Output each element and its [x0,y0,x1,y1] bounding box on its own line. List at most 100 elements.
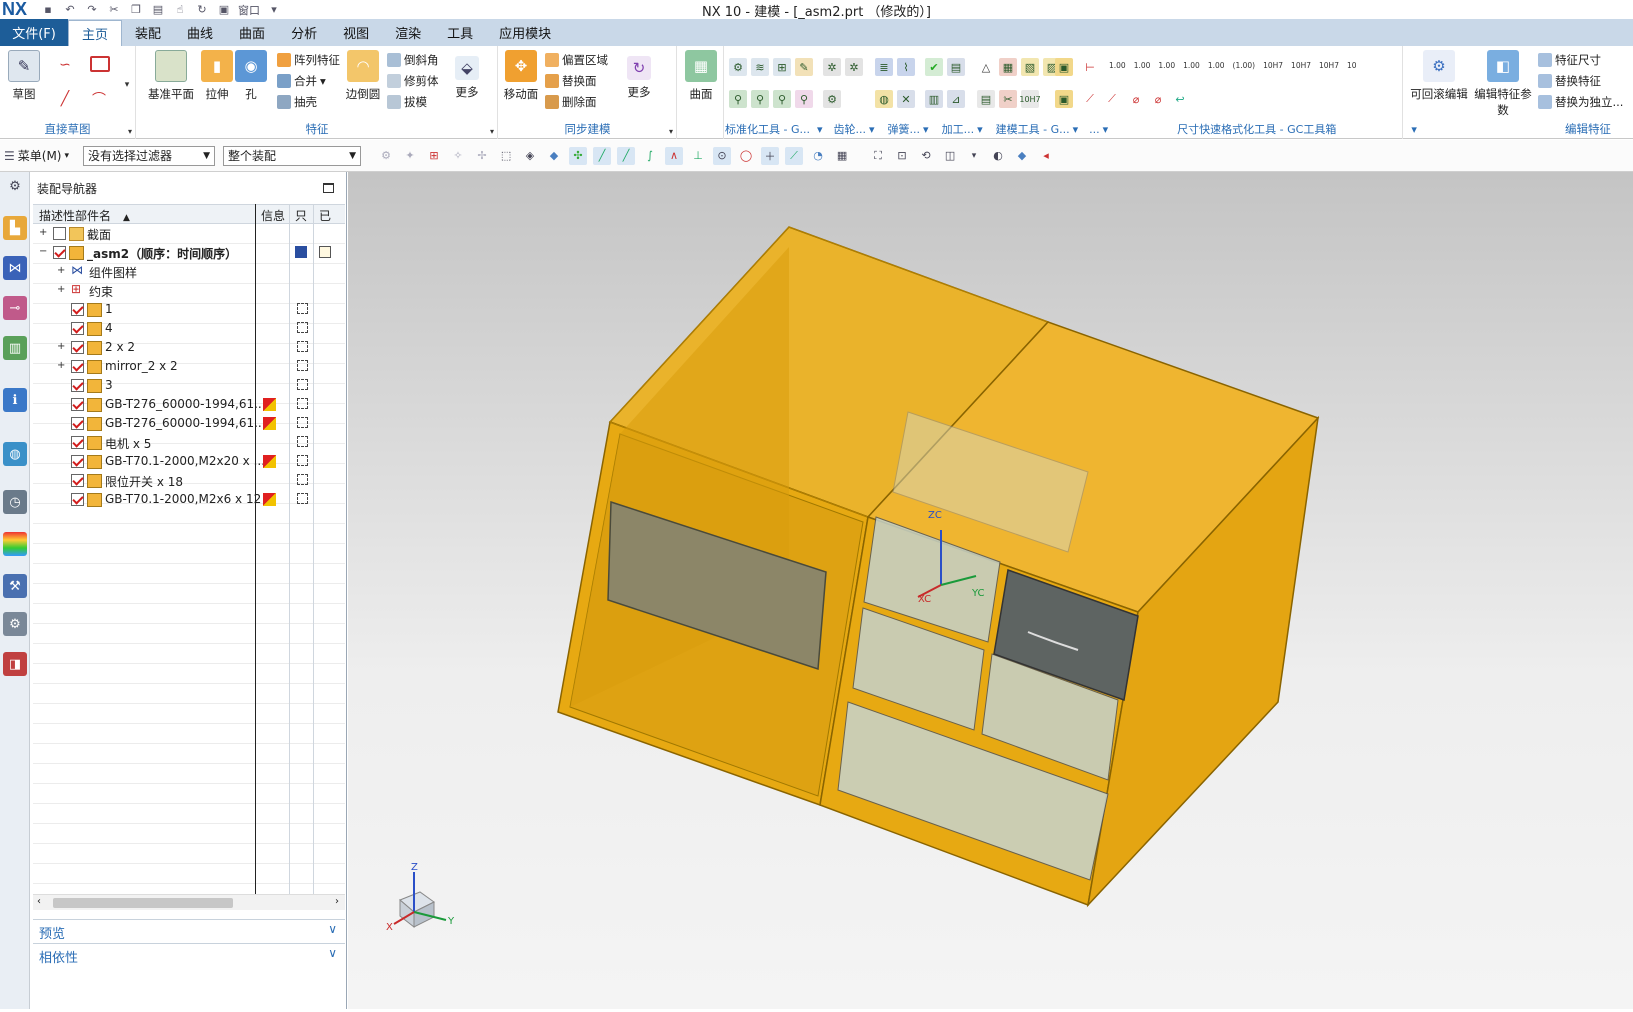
copy-icon[interactable]: ❐ [128,3,144,16]
gear-icon[interactable]: ✲ [845,58,863,76]
profile-icon[interactable]: ∽ [56,56,74,74]
expand-icon[interactable]: + [39,227,47,238]
sketch-button[interactable]: ✎ 草图 [2,50,46,102]
collapse-icon[interactable]: − [39,246,47,257]
center-icon[interactable]: ⊙ [713,146,732,165]
part-navigator-icon[interactable]: ⊸ [3,296,27,320]
std-tool-icon[interactable]: ≋ [751,58,769,76]
model-tool-icon[interactable]: ✂ [999,90,1017,108]
model-tool-icon[interactable]: ▧ [1021,58,1039,76]
edit-feature-param-button[interactable]: ◧ 编辑特征参数 [1470,50,1536,118]
more-sketch-icon[interactable]: ▾ [118,76,136,94]
process-studio-icon[interactable]: ⚒ [3,574,27,598]
repeat-command-icon[interactable]: ↻ [194,3,210,16]
grid-icon[interactable]: ▦ [833,147,851,165]
expand-icon[interactable]: + [57,360,65,371]
zoom-icon[interactable]: ⊡ [893,147,911,165]
chevron-down-icon[interactable]: ▾ [965,147,983,165]
visibility-checkbox[interactable] [71,379,84,392]
redo-icon[interactable]: ↷ [84,3,100,16]
group-menu-icon[interactable]: ▾ [128,127,132,136]
window-icon[interactable]: ▣ [216,3,232,16]
tree-row-component-pattern[interactable]: + ⋈ 组件图样 [33,262,345,282]
group-menu-icon[interactable]: ▾ [669,127,673,136]
feature-dimension-button[interactable]: 特征尺寸 [1538,52,1601,68]
machining-icon[interactable]: ⊿ [947,90,965,108]
rollback-edit-button[interactable]: ⚙ 可回滚编辑 [1408,50,1470,102]
snap-point-icon[interactable]: ✣ [569,146,588,165]
fit-view-icon[interactable]: ⛶ [869,147,887,165]
column-modified[interactable]: 已 [319,207,331,224]
model-tool-icon[interactable]: ▤ [977,90,995,108]
menu-button[interactable]: ☰ 菜单(M) ▾ [4,147,69,164]
scroll-right-icon[interactable]: › [335,896,339,907]
horizontal-scrollbar[interactable]: ‹ › [33,894,345,910]
model-tool-icon[interactable]: ▦ [999,58,1017,76]
spring-icon[interactable]: ≣ [875,58,893,76]
column-divider[interactable] [313,204,314,897]
undo-icon[interactable]: ↶ [62,3,78,16]
visibility-checkbox[interactable] [71,493,84,506]
hd3d-tools-icon[interactable]: ℹ [3,388,27,412]
dimension-icon[interactable]: ⊢ [1081,58,1099,76]
gear-icon[interactable]: ✲ [823,58,841,76]
model-view[interactable]: ZC YC XC Z Y X [348,172,1633,1009]
visibility-checkbox[interactable] [71,303,84,316]
paste-icon[interactable]: ▤ [150,3,166,16]
render-style-icon[interactable]: ◐ [989,147,1007,165]
save-icon[interactable]: ▪ [40,3,56,16]
tree-row-component[interactable]: 3 [33,376,345,396]
tree-row-component[interactable]: + 2 x 2 [33,338,345,358]
tree-row-component[interactable]: + mirror_2 x 2 [33,357,345,377]
replace-face-button[interactable]: 替换面 [545,73,597,89]
tree-row-component[interactable]: GB-T70.1-2000,M2x20 x ... [33,452,345,472]
expand-icon[interactable]: + [57,284,65,295]
info-icon[interactable] [263,398,276,411]
chamfer-button[interactable]: 倒斜角 [387,52,439,68]
tab-view[interactable]: 视图 [330,19,382,46]
dependency-panel[interactable]: 相依性 ∨ [33,943,345,966]
tree-row-component[interactable]: 电机 x 5 [33,433,345,453]
system-materials-icon[interactable] [3,532,27,556]
spring-icon[interactable]: ◍ [875,90,893,108]
tree-row-root[interactable]: − _asm2（顺序：时间顺序） [33,243,345,263]
chevron-down-icon[interactable]: ∨ [328,922,337,936]
window-menu[interactable]: 窗口 [238,2,260,18]
constraint-navigator-icon[interactable]: ⋈ [3,256,27,280]
column-info[interactable]: 信息 [261,207,285,224]
select-feature-icon[interactable]: ⊞ [425,147,443,165]
expand-icon[interactable]: + [57,341,65,352]
dimension-icon[interactable]: ⟋ [1103,90,1121,108]
move-face-button[interactable]: ✥ 移动面 [499,50,543,102]
group-menu-icon[interactable]: ▾ [490,127,494,136]
std-tool-icon[interactable]: ⚲ [729,90,747,108]
std-tool-icon[interactable]: ⚙ [729,58,747,76]
point-on-icon[interactable]: ＋ [761,146,780,165]
snap-icon[interactable]: ✧ [449,147,467,165]
intersect-icon[interactable]: ∧ [665,146,684,165]
tree-row-section[interactable]: + 截面 [33,224,345,244]
history-icon[interactable]: ◷ [3,490,27,514]
surface-button[interactable]: ▦ 曲面 [679,50,723,102]
visibility-checkbox[interactable] [71,455,84,468]
std-tool-icon[interactable]: ⚲ [795,90,813,108]
column-read-only[interactable]: 只 [295,207,307,224]
spring-icon[interactable]: ✕ [897,90,915,108]
column-divider[interactable] [289,204,290,897]
offset-region-button[interactable]: 偏置区域 [545,52,608,68]
snap-icon[interactable]: ⚙ [377,147,395,165]
tree-row-component[interactable]: GB-T70.1-2000,M2x6 x 12 [33,490,345,510]
cut-icon[interactable]: ✂ [106,3,122,16]
settings-icon[interactable]: ⚙ [3,174,27,198]
point-on-curve-icon[interactable]: ⟋ [785,146,804,165]
diameter-icon[interactable]: ⌀ [1127,90,1145,108]
dimension-icon[interactable]: ⟋ [1081,90,1099,108]
selection-scope-select[interactable]: 整个装配 ▼ [223,145,362,166]
preview-panel[interactable]: 预览 ∨ [33,919,345,942]
tab-curve[interactable]: 曲线 [174,19,226,46]
system-scene-icon[interactable]: ◨ [3,652,27,676]
visibility-checkbox[interactable] [71,398,84,411]
tab-assembly[interactable]: 装配 [122,19,174,46]
tab-render[interactable]: 渲染 [382,19,434,46]
model-tool-icon[interactable]: ▣ [1055,58,1073,76]
